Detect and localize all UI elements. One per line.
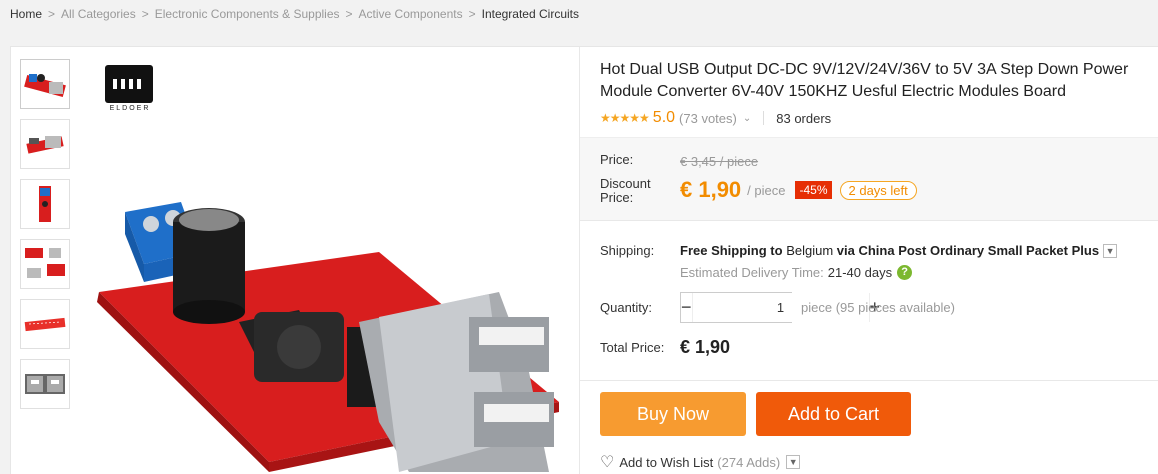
brand-logo-mark [105,65,153,103]
thumbnail-image [24,74,66,97]
product-photo [97,202,559,472]
breadcrumb: Home > All Categories > Electronic Component… [10,7,579,21]
heart-icon[interactable]: ♡ [600,452,614,472]
add-to-cart-button[interactable]: Add to Cart [756,392,911,436]
estimated-delivery-days: 21-40 days [827,265,893,280]
product-info: Hot Dual USB Output DC-DC 9V/12V/24V/36V… [580,47,1158,474]
buy-now-button[interactable]: Buy Now [600,392,746,436]
discount-price-label: Discount Price: [600,176,651,205]
divider [580,220,1158,221]
chevron-down-icon[interactable]: ▼ [1103,243,1118,258]
days-left-badge: 2 days left [839,180,917,200]
price-block: Price: € 3,45 / piece Discount Price: € … [580,138,1158,220]
free-shipping-text: Free Shipping to [680,243,783,258]
wishlist-row: ♡ Add to Wish List (274 Adds) ▼ [600,452,801,472]
thumbnail-1[interactable] [20,59,70,109]
shipping-selector[interactable]: Free Shipping to Belgium via China Post … [680,243,1118,258]
shipping-method: via China Post Ordinary Small Packet Plu… [836,243,1100,258]
divider [580,380,1158,381]
breadcrumb-all-categories[interactable]: All Categories [61,7,136,21]
brand-logo-text: ELDOER [109,105,151,112]
breadcrumb-separator: > [48,7,56,21]
orders-count: 83 orders [776,110,832,126]
quantity-stepper: − + [680,292,880,323]
add-to-wishlist-link[interactable]: Add to Wish List [619,455,713,470]
wishlist-count: (274 Adds) [717,454,781,470]
total-price-label: Total Price: [600,340,665,355]
estimated-delivery: Estimated Delivery Time: 21-40 days ? [680,265,913,280]
discount-price-amount: € 1,90 [680,177,742,202]
discount-price: € 1,90 / piece -45% 2 days left [680,177,917,203]
breadcrumb-active-components[interactable]: Active Components [359,7,463,21]
thumbnail-list [20,59,70,419]
price-unit: / piece [747,182,786,198]
chevron-down-icon[interactable]: ▼ [786,455,801,469]
thumbnail-image [39,186,51,222]
product-title: Hot Dual USB Output DC-DC 9V/12V/24V/36V… [600,61,1129,100]
star-rating-icon: ★★★★★ [600,111,650,125]
chevron-down-icon[interactable]: ⌄ [743,113,751,124]
votes-count[interactable]: (73 votes) [679,111,737,126]
rating-row: ★★★★★ 5.0 (73 votes) ⌄ 83 orders [600,107,831,129]
thumbnail-image [26,136,64,154]
thumbnail-3[interactable] [20,179,70,229]
divider [763,111,765,125]
breadcrumb-separator: > [345,7,353,21]
brand-logo: ELDOER [105,65,155,117]
product-gallery: ELDOER [11,47,579,474]
discount-badge: -45% [795,181,832,199]
breadcrumb-separator: > [141,7,149,21]
original-price: € 3,45 / piece [680,154,759,169]
thumbnail-image [24,317,66,332]
thumbnail-5[interactable] [20,299,70,349]
quantity-available: piece (95 pieces available) [801,300,955,315]
shipping-country[interactable]: Belgium [786,243,833,258]
price-label: Price: [600,152,634,167]
quantity-label: Quantity: [600,300,653,315]
thumbnail-6[interactable] [20,359,70,409]
total-price-value: € 1,90 [680,337,731,357]
thumbnail-image [25,374,65,394]
main-product-image[interactable] [89,142,569,472]
product-card: ELDOER Hot Dual USB Output DC-DC 9V/12V/… [10,46,1158,474]
breadcrumb-electronic-components[interactable]: Electronic Components & Supplies [155,7,340,21]
thumbnail-image [25,248,65,278]
breadcrumb-current: Integrated Circuits [481,7,579,21]
thumbnail-2[interactable] [20,119,70,169]
breadcrumb-home[interactable]: Home [10,7,42,21]
shipping-label: Shipping: [600,243,655,258]
help-icon[interactable]: ? [897,265,913,280]
rating-score: 5.0 [652,109,676,126]
thumbnail-4[interactable] [20,239,70,289]
estimated-delivery-label: Estimated Delivery Time: [680,265,824,280]
minus-icon[interactable]: − [681,293,692,322]
breadcrumb-separator: > [468,7,476,21]
